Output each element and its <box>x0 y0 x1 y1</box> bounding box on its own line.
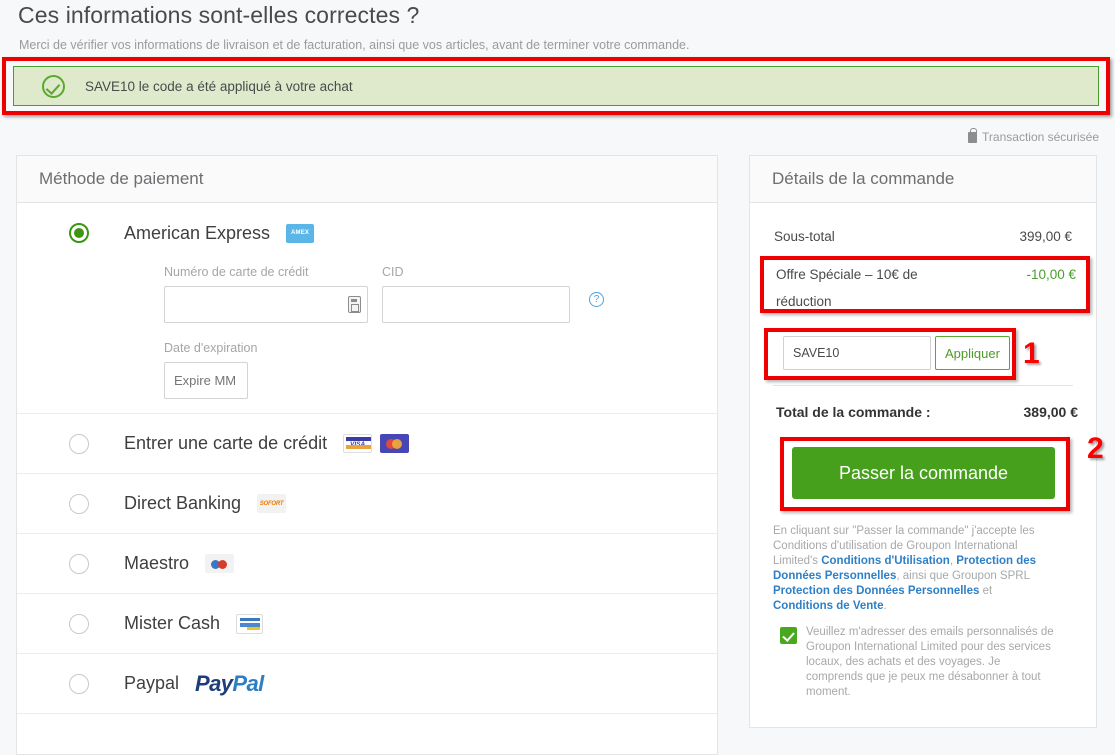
order-total-row: Total de la commande : 389,00 € <box>776 404 1078 420</box>
secure-transaction-label: Transaction sécurisée <box>982 130 1099 144</box>
visa-logo-icon: VISA <box>343 434 373 453</box>
terms-link-conditions-vente[interactable]: Conditions de Vente <box>773 600 884 612</box>
payment-method-label: Maestro <box>124 553 190 573</box>
terms-end: . <box>883 600 887 612</box>
checkout-page: Ces informations sont-elles correctes ? … <box>0 0 1115 755</box>
payment-method-direct-banking[interactable]: Direct Banking SOFORT <box>17 474 717 534</box>
radio-direct-banking[interactable] <box>69 493 89 514</box>
terms-link-protection-donnees-2[interactable]: Protection des Données Personnelles <box>773 585 979 597</box>
email-optin-label: Veuillez m'adresser des emails personnal… <box>806 626 1054 698</box>
expiry-label: Date d'expiration <box>164 341 258 355</box>
amex-logo-text: AMEX <box>286 223 315 243</box>
discount-value: -10,00 € <box>1026 267 1076 282</box>
subtotal-row: Sous-total 399,00 € <box>774 229 1072 244</box>
order-divider <box>773 385 1073 386</box>
coupon-success-banner: SAVE10 le code a été appliqué à votre ac… <box>13 66 1099 106</box>
payment-method-label: Direct Banking <box>124 493 242 513</box>
card-number-group: Numéro de carte de crédit <box>164 265 368 323</box>
coupon-row: Appliquer <box>783 336 1010 370</box>
page-subtitle: Merci de vérifier vos informations de li… <box>19 38 690 52</box>
payment-method-paypal[interactable]: Paypal PayPal <box>17 654 717 714</box>
radio-maestro[interactable] <box>69 553 89 574</box>
subtotal-label: Sous-total <box>774 229 835 244</box>
expiry-group: Date d'expiration <box>164 341 717 399</box>
order-total-label: Total de la commande : <box>776 404 931 420</box>
credit-card-icon <box>348 296 361 313</box>
subtotal-value: 399,00 € <box>1019 229 1072 244</box>
radio-mister-cash[interactable] <box>69 613 89 634</box>
cid-label: CID <box>382 265 404 279</box>
card-number-input[interactable] <box>164 286 368 323</box>
terms-text: En cliquant sur "Passer la commande" j'a… <box>773 524 1049 614</box>
check-circle-icon <box>42 74 65 98</box>
sofort-logo-text: SOFORT <box>257 494 287 513</box>
payment-method-label: Mister Cash <box>124 613 221 633</box>
order-panel-title: Détails de la commande <box>750 156 1096 203</box>
payment-method-label: American Express <box>124 222 271 243</box>
annotation-badge-1: 1 <box>1023 337 1040 370</box>
amex-logo-icon: AMEX <box>286 223 315 243</box>
lock-icon <box>968 127 978 143</box>
payment-method-credit-card[interactable]: Entrer une carte de crédit VISA <box>17 414 717 474</box>
paypal-logo-icon: PayPal <box>195 671 264 697</box>
payment-method-label: Paypal <box>124 673 180 693</box>
radio-credit-card[interactable] <box>69 433 89 454</box>
cid-input[interactable] <box>382 286 570 323</box>
coupon-success-annotation-box: SAVE10 le code a été appliqué à votre ac… <box>2 57 1110 115</box>
payment-method-amex[interactable]: American Express AMEX Numéro de carte de… <box>17 203 717 414</box>
payment-method-maestro[interactable]: Maestro <box>17 534 717 594</box>
discount-label: Offre Spéciale – 10€ de réduction <box>776 267 918 309</box>
paypal-logo-text-1: Pay <box>195 670 233 696</box>
terms-and: et <box>979 585 993 597</box>
email-optin-checkbox[interactable] <box>780 627 797 644</box>
terms-mid: , ainsi que Groupon SPRL <box>896 570 1030 582</box>
maestro-logo-icon <box>205 554 235 573</box>
coupon-input[interactable] <box>783 336 931 370</box>
apply-coupon-button[interactable]: Appliquer <box>935 336 1010 370</box>
terms-link-conditions-utilisation[interactable]: Conditions d'Utilisation <box>821 555 950 567</box>
discount-row: Offre Spéciale – 10€ de réduction -10,00… <box>776 261 1076 315</box>
payment-method-label: Entrer une carte de crédit <box>124 433 328 453</box>
paypal-logo-text-2: Pal <box>232 670 264 696</box>
page-title: Ces informations sont-elles correctes ? <box>18 2 420 28</box>
cid-help-icon[interactable]: ? <box>589 292 604 307</box>
radio-american-express[interactable] <box>69 223 89 243</box>
coupon-success-message: SAVE10 le code a été appliqué à votre ac… <box>85 78 353 94</box>
payment-panel-title: Méthode de paiement <box>17 156 717 203</box>
amex-card-form: Numéro de carte de crédit CID ? Date d'e… <box>17 263 717 399</box>
order-total-value: 389,00 € <box>1023 404 1079 420</box>
place-order-button[interactable]: Passer la commande <box>792 447 1055 499</box>
annotation-badge-2: 2 <box>1087 432 1104 465</box>
radio-paypal[interactable] <box>69 673 89 694</box>
email-optin-row[interactable]: Veuillez m'adresser des emails personnal… <box>780 625 1055 700</box>
expiry-input[interactable] <box>164 362 248 399</box>
payment-method-mister-cash[interactable]: Mister Cash <box>17 594 717 654</box>
mastercard-logo-icon <box>380 434 410 453</box>
secure-transaction-note: Transaction sécurisée <box>968 127 1099 144</box>
payment-method-panel: Méthode de paiement American Express AME… <box>16 155 718 755</box>
mistercash-logo-icon <box>236 613 264 634</box>
sofort-logo-icon: SOFORT <box>257 494 287 513</box>
card-number-label: Numéro de carte de crédit <box>164 265 309 279</box>
cid-group: CID <box>382 265 570 323</box>
